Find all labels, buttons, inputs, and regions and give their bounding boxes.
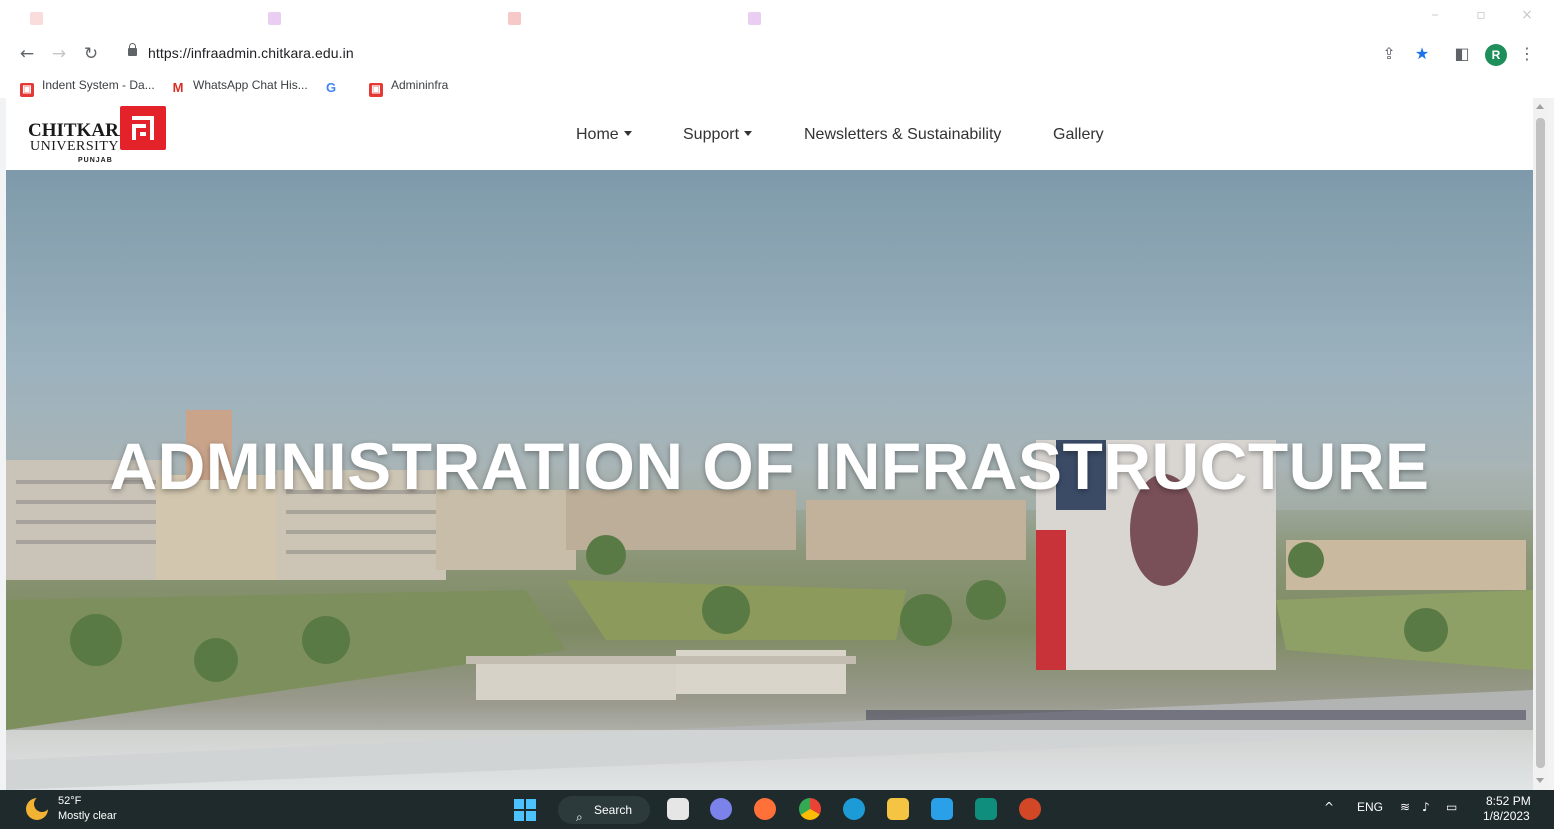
close-icon[interactable]: × xyxy=(1520,8,1534,22)
battery-icon[interactable]: ▭ xyxy=(1446,800,1457,814)
caret-down-icon xyxy=(744,131,753,136)
admininfra-favicon: ▣ xyxy=(369,83,383,97)
profile-avatar[interactable]: R xyxy=(1485,44,1507,66)
input-language[interactable]: ENG xyxy=(1357,800,1383,814)
reload-icon[interactable]: ↻ xyxy=(80,43,102,65)
nav-home-label: Home xyxy=(576,126,619,143)
scrollbar-thumb[interactable] xyxy=(1536,118,1545,768)
hero-banner: ADMINISTRATION OF INFRASTRUCTURE xyxy=(6,170,1533,790)
nav-home[interactable]: Home xyxy=(576,126,632,144)
address-bar[interactable]: https://infraadmin.chitkara.edu.in xyxy=(118,40,1418,68)
star-bookmark-icon[interactable]: ★ xyxy=(1411,43,1433,65)
restore-icon[interactable]: ▫ xyxy=(1474,8,1488,22)
nav-support-label: Support xyxy=(683,126,740,143)
file-explorer-icon[interactable] xyxy=(887,798,909,820)
nav-support[interactable]: Support xyxy=(683,126,753,144)
tray-expand-icon[interactable]: ^ xyxy=(1324,800,1334,814)
logo-region: PUNJAB xyxy=(78,157,113,164)
volume-icon[interactable]: ♪ xyxy=(1422,800,1430,814)
screen: – ▫ × ← → ↻ https://infraadmin.chitkara.… xyxy=(0,0,1554,829)
minimize-icon[interactable]: – xyxy=(1428,8,1442,22)
weather-moon-icon[interactable] xyxy=(26,796,50,820)
indent-system-favicon: ▣ xyxy=(20,83,34,97)
scroll-up-icon[interactable] xyxy=(1536,104,1544,109)
google-icon: G xyxy=(325,80,337,95)
wifi-icon[interactable]: ≋ xyxy=(1400,800,1410,814)
bookmark-whatsapp-chat[interactable]: M WhatsApp Chat His... xyxy=(171,76,308,95)
chrome-icon[interactable] xyxy=(799,798,821,820)
clock-time[interactable]: 8:52 PM xyxy=(1486,794,1531,808)
nav-gallery-label: Gallery xyxy=(1053,126,1104,143)
bookmark-indent-system[interactable]: ▣ Indent System - Da... xyxy=(20,76,155,97)
lock-icon[interactable] xyxy=(128,43,137,56)
publisher-icon[interactable] xyxy=(975,798,997,820)
page-scrollbar[interactable] xyxy=(1533,98,1548,790)
url-text[interactable]: https://infraadmin.chitkara.edu.in xyxy=(148,45,354,61)
clock-date[interactable]: 1/8/2023 xyxy=(1483,809,1530,823)
side-panel-icon[interactable]: ◧ xyxy=(1451,43,1473,65)
tab-favicon[interactable] xyxy=(268,12,281,25)
firefox-icon[interactable] xyxy=(754,798,776,820)
taskbar-search-button[interactable]: ⌕ Search xyxy=(558,796,650,824)
tab-favicon[interactable] xyxy=(508,12,521,25)
weather-temperature[interactable]: 52°F xyxy=(58,795,81,807)
address-bar-row: ← → ↻ https://infraadmin.chitkara.edu.in… xyxy=(0,36,1554,72)
bookmark-admininfra[interactable]: ▣ Admininfra xyxy=(369,76,449,97)
bookmark-google[interactable]: G xyxy=(324,76,346,95)
tab-strip: – ▫ × xyxy=(0,0,1554,36)
nav-newsletters-sustainability[interactable]: Newsletters & Sustainability xyxy=(804,126,1001,144)
bookmarks-bar: ▣ Indent System - Da... M WhatsApp Chat Hi… xyxy=(0,72,1554,98)
chitkara-logo[interactable]: CHITKARA UNIVERSITY PUNJAB xyxy=(28,106,168,166)
share-icon[interactable]: ⇪ xyxy=(1378,43,1400,65)
caret-down-icon xyxy=(623,131,632,136)
weather-description[interactable]: Mostly clear xyxy=(58,810,117,822)
mail-icon[interactable] xyxy=(931,798,953,820)
tab-favicon[interactable] xyxy=(748,12,761,25)
gmail-icon: M xyxy=(172,80,184,95)
tab-favicon[interactable] xyxy=(30,12,43,25)
search-icon: ⌕ xyxy=(576,810,583,824)
site-navbar: CHITKARA UNIVERSITY PUNJAB Home Support … xyxy=(6,98,1533,170)
search-label: Search xyxy=(594,803,633,817)
edge-icon[interactable] xyxy=(843,798,865,820)
bookmark-label: WhatsApp Chat His... xyxy=(193,78,308,92)
powerpoint-icon[interactable] xyxy=(1019,798,1041,820)
forward-arrow-icon[interactable]: → xyxy=(48,43,70,65)
taskbar: 52°F Mostly clear ⌕ Search ^ ENG ≋ ♪ ▭ 8… xyxy=(0,790,1554,829)
nav-gallery[interactable]: Gallery xyxy=(1053,126,1104,144)
logo-sub: UNIVERSITY xyxy=(30,139,119,154)
more-menu-icon[interactable]: ⋮ xyxy=(1516,43,1538,65)
bookmark-label: Admininfra xyxy=(391,78,449,92)
logo-mark-icon xyxy=(120,106,166,150)
back-arrow-icon[interactable]: ← xyxy=(16,43,38,65)
nav-newsletters-label: Newsletters & Sustainability xyxy=(804,126,1002,143)
scroll-down-icon[interactable] xyxy=(1536,778,1544,783)
task-view-icon[interactable] xyxy=(667,798,689,820)
teams-chat-icon[interactable] xyxy=(710,798,732,820)
windows-start-icon[interactable] xyxy=(514,799,536,821)
web-page: CHITKARA UNIVERSITY PUNJAB Home Support … xyxy=(6,98,1533,790)
hero-title: ADMINISTRATION OF INFRASTRUCTURE xyxy=(109,429,1430,503)
bookmark-label: Indent System - Da... xyxy=(42,78,155,92)
